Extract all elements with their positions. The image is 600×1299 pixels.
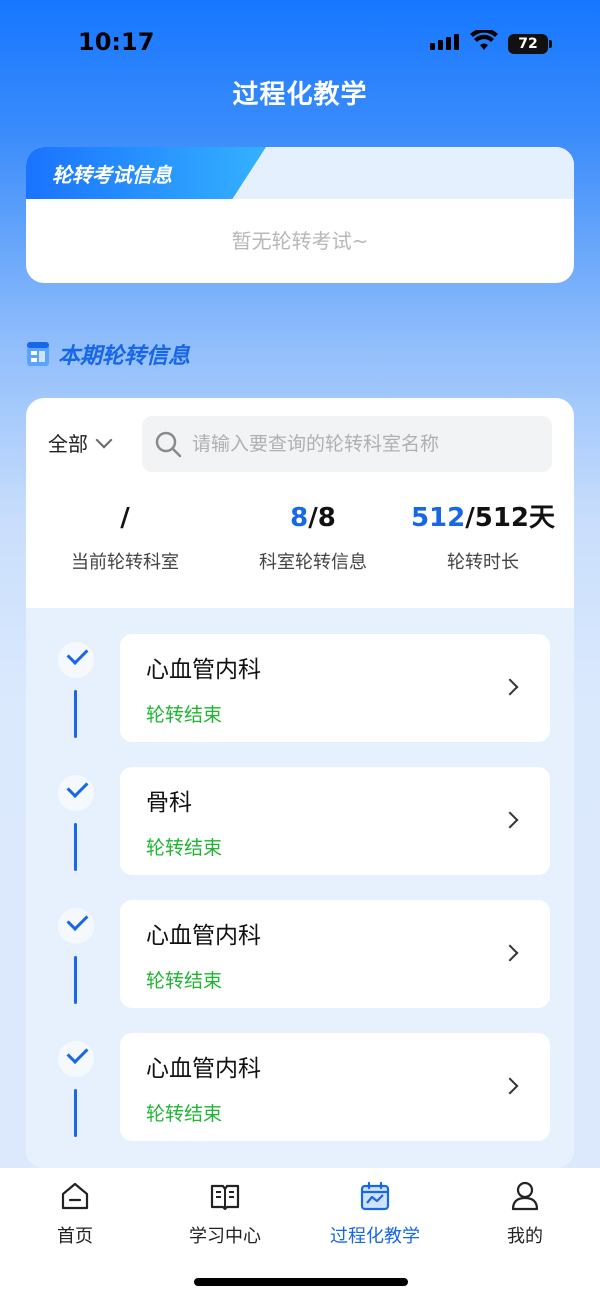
stat-duration-done: 512	[410, 503, 466, 533]
check-icon	[58, 1041, 94, 1077]
chevron-right-icon	[501, 678, 519, 696]
check-icon	[58, 775, 94, 811]
rotation-status: 轮转结束	[146, 970, 223, 992]
rotation-item-card[interactable]: 心血管内科 轮转结束	[120, 900, 550, 1008]
page-title: 过程化教学	[232, 80, 368, 110]
book-icon	[210, 1184, 240, 1211]
stat-dept-info: 8/8 科室轮转信息	[222, 498, 404, 574]
rotation-card: 全部 / 当前轮转科室 8/8 科室轮转信息 512/512天 轮转时长	[26, 398, 574, 1168]
search-box[interactable]	[142, 416, 552, 472]
timeline-item: 骨科 轮转结束	[26, 767, 574, 901]
search-input[interactable]	[192, 416, 542, 472]
chevron-right-icon	[501, 1077, 519, 1095]
rotation-timeline: 心血管内科 轮转结束 骨科 轮转结束 心血管内科 轮转结束 心血管内科 轮转结束	[26, 608, 574, 1168]
home-indicator	[194, 1278, 408, 1286]
timeline-item: 心血管内科 轮转结束	[26, 634, 574, 768]
rotation-status: 轮转结束	[146, 1103, 223, 1125]
tab-mine[interactable]: 我的	[450, 1180, 600, 1248]
tab-learning-center-label: 学习中心	[189, 1226, 261, 1247]
timeline-connector	[74, 823, 77, 871]
timeline-item: 心血管内科 轮转结束	[26, 1033, 574, 1167]
stat-dept-info-total: /8	[308, 503, 336, 533]
status-bar: 10:17 72	[0, 0, 600, 80]
rotation-dept-name: 心血管内科	[146, 1056, 261, 1082]
tab-process-teaching-label: 过程化教学	[330, 1226, 420, 1247]
battery-icon: 72	[508, 34, 552, 54]
search-icon	[155, 431, 182, 458]
stat-duration: 512/512天 轮转时长	[392, 498, 574, 574]
status-time: 10:17	[78, 28, 155, 56]
timeline-connector	[74, 956, 77, 1004]
stat-current-dept-label: 当前轮转科室	[71, 552, 179, 573]
stat-current-dept: / 当前轮转科室	[34, 498, 216, 574]
timeline-connector	[74, 690, 77, 738]
cellular-signal-icon	[430, 34, 459, 50]
section-title: 本期轮转信息	[58, 344, 191, 369]
stat-dept-info-label: 科室轮转信息	[259, 552, 367, 573]
scope-dropdown-label: 全部	[48, 432, 88, 456]
tab-home-label: 首页	[57, 1226, 93, 1247]
check-icon	[58, 642, 94, 678]
tab-process-teaching[interactable]: 过程化教学	[300, 1180, 450, 1248]
rotation-dept-name: 心血管内科	[146, 657, 261, 683]
stat-dept-info-done: 8	[290, 503, 309, 533]
exam-info-card: 轮转考试信息 暂无轮转考试~	[26, 147, 574, 283]
rotation-item-card[interactable]: 心血管内科 轮转结束	[120, 634, 550, 742]
tab-mine-label: 我的	[507, 1226, 543, 1247]
rotation-status: 轮转结束	[146, 837, 223, 859]
exam-empty-text: 暂无轮转考试~	[231, 229, 369, 253]
chevron-right-icon	[501, 811, 519, 829]
rotation-item-card[interactable]: 骨科 轮转结束	[120, 767, 550, 875]
rotation-dept-name: 骨科	[146, 790, 192, 816]
rotation-status: 轮转结束	[146, 704, 223, 726]
timeline-connector	[74, 1089, 77, 1137]
chevron-down-icon	[95, 431, 113, 448]
stat-dept-info-value: 8/8	[222, 498, 404, 538]
rotation-dept-name: 心血管内科	[146, 923, 261, 949]
stat-duration-label: 轮转时长	[447, 552, 519, 573]
document-icon	[27, 342, 49, 366]
stat-current-dept-value: /	[120, 503, 130, 533]
section-heading: 本期轮转信息	[26, 338, 190, 370]
timeline-item: 心血管内科 轮转结束	[26, 900, 574, 1034]
tab-home[interactable]: 首页	[0, 1180, 150, 1248]
chevron-right-icon	[501, 944, 519, 962]
tab-learning-center[interactable]: 学习中心	[150, 1180, 300, 1248]
calendar-chart-icon	[360, 1181, 390, 1211]
wifi-icon	[470, 30, 498, 50]
stats-row: / 当前轮转科室 8/8 科室轮转信息 512/512天 轮转时长	[26, 498, 574, 588]
user-icon	[511, 1181, 539, 1211]
stat-duration-total: /512天	[465, 503, 556, 533]
home-icon	[61, 1182, 89, 1210]
bottom-tab-bar: 首页 学习中心 过程化教学 我的	[0, 1168, 600, 1299]
filter-row: 全部	[26, 416, 574, 472]
stat-duration-value: 512/512天	[392, 498, 574, 538]
scope-dropdown[interactable]: 全部	[48, 428, 113, 457]
rotation-item-card[interactable]: 心血管内科 轮转结束	[120, 1033, 550, 1141]
check-icon	[58, 908, 94, 944]
exam-tab-label: 轮转考试信息	[52, 163, 172, 187]
